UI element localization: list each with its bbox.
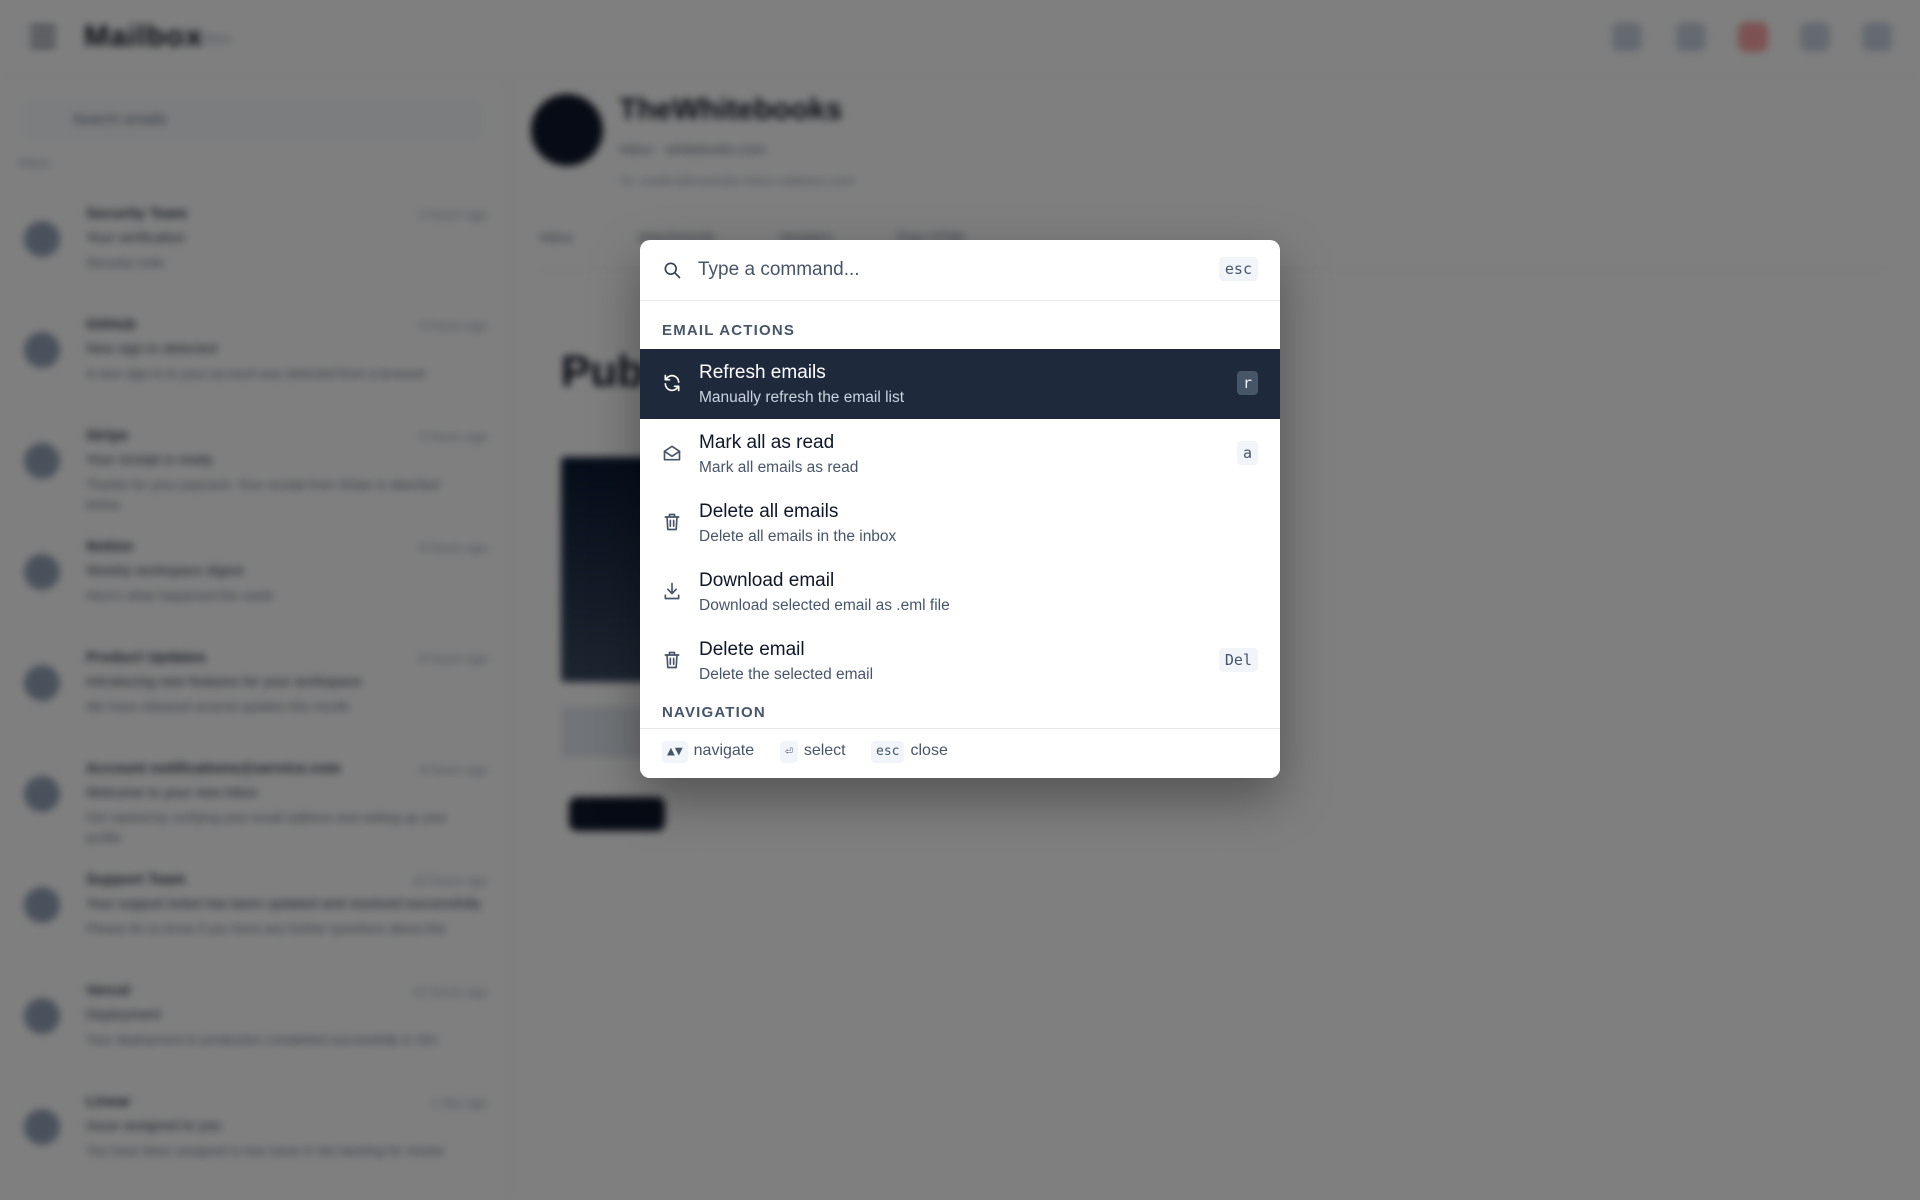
refresh-icon bbox=[664, 374, 680, 392]
command-input[interactable] bbox=[698, 254, 1178, 286]
command-title: Download email bbox=[699, 570, 835, 591]
footer-close-hint: esc close bbox=[871, 741, 948, 763]
command-delete-email[interactable]: Delete email Delete the selected email D… bbox=[640, 626, 1280, 696]
esc-key-hint[interactable]: esc bbox=[1218, 257, 1258, 281]
command-refresh-emails[interactable]: Refresh emails Manually refresh the emai… bbox=[640, 349, 1280, 419]
navigate-arrows-icon: ▲▼ bbox=[662, 741, 688, 763]
command-mark-all-read[interactable]: Mark all as read Mark all emails as read… bbox=[640, 419, 1280, 489]
trash-icon bbox=[664, 651, 680, 669]
command-title: Refresh emails bbox=[699, 362, 826, 383]
mail-open-icon bbox=[663, 445, 681, 461]
command-description: Delete the selected email bbox=[699, 666, 874, 683]
shortcut-key: r bbox=[1236, 371, 1258, 395]
command-download-email[interactable]: Download email Download selected email a… bbox=[640, 557, 1280, 627]
esc-key-icon: esc bbox=[871, 741, 905, 763]
search-icon bbox=[664, 262, 681, 279]
command-description: Mark all emails as read bbox=[699, 459, 859, 476]
download-icon bbox=[664, 582, 680, 600]
command-title: Delete email bbox=[699, 639, 805, 660]
command-description: Download selected email as .eml file bbox=[699, 597, 950, 614]
group-label-navigation: NAVIGATION bbox=[662, 704, 766, 721]
command-description: Manually refresh the email list bbox=[699, 389, 905, 406]
command-footer: ▲▼ navigate ⏎ select esc close bbox=[640, 728, 1280, 778]
command-palette: esc EMAIL ACTIONS Refresh emails Manuall… bbox=[640, 240, 1280, 778]
command-search-bar: esc bbox=[640, 240, 1280, 301]
trash-icon bbox=[664, 513, 680, 531]
close-label: close bbox=[910, 742, 948, 759]
shortcut-key: Del bbox=[1218, 648, 1258, 672]
footer-select-hint: ⏎ select bbox=[780, 741, 846, 763]
enter-key-icon: ⏎ bbox=[780, 741, 798, 763]
command-title: Mark all as read bbox=[699, 432, 835, 453]
footer-navigate-hint: ▲▼ navigate bbox=[662, 741, 754, 763]
shortcut-key: a bbox=[1236, 441, 1258, 465]
command-description: Delete all emails in the inbox bbox=[699, 528, 897, 545]
command-title: Delete all emails bbox=[699, 501, 839, 522]
group-label-email-actions: EMAIL ACTIONS bbox=[662, 322, 796, 339]
navigate-label: navigate bbox=[693, 742, 755, 759]
command-delete-all-emails[interactable]: Delete all emails Delete all emails in t… bbox=[640, 488, 1280, 558]
select-label: select bbox=[803, 742, 846, 759]
